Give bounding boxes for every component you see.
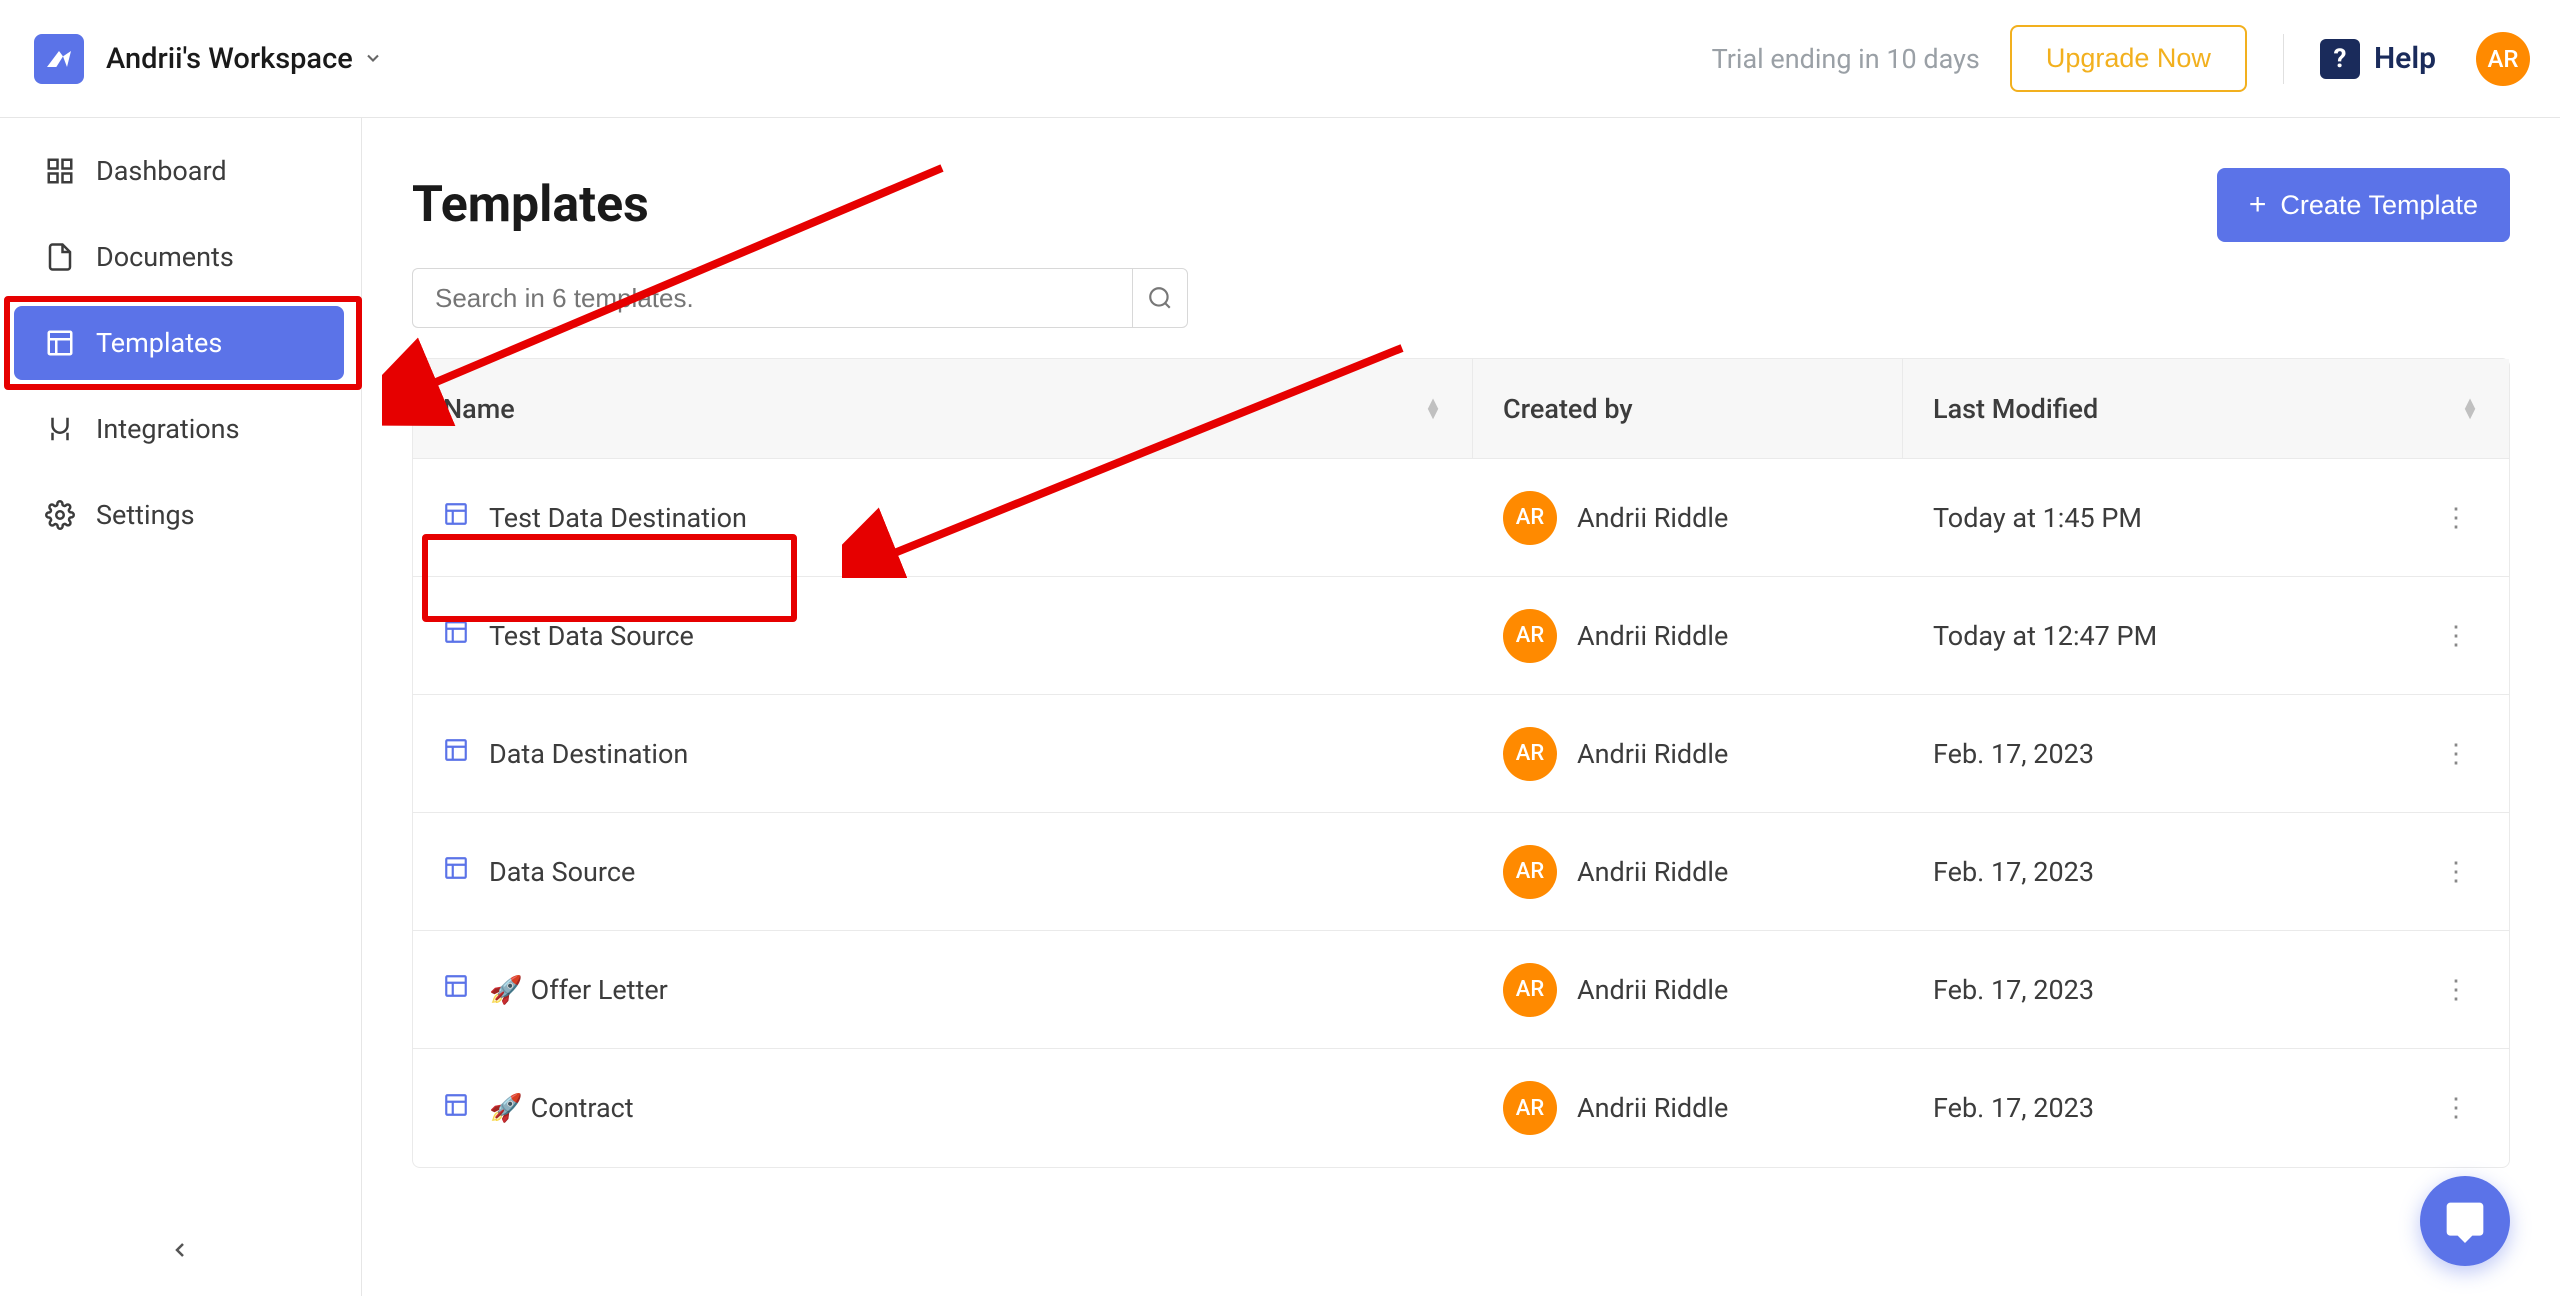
chevron-down-icon (363, 42, 383, 76)
row-emoji: 🚀 (489, 974, 523, 1006)
workspace-selector[interactable]: Andrii's Workspace (106, 42, 383, 76)
settings-icon (44, 500, 76, 530)
document-icon (44, 242, 76, 272)
app-logo[interactable] (34, 34, 84, 84)
trial-status: Trial ending in 10 days (1712, 43, 1980, 75)
sidebar-item-label: Dashboard (96, 155, 227, 187)
search-input[interactable] (412, 268, 1132, 328)
table-row[interactable]: Test Data Destination AR Andrii Riddle T… (413, 459, 2509, 577)
creator-name: Andrii Riddle (1577, 502, 1728, 534)
row-actions-button[interactable]: ⋮ (2433, 729, 2479, 779)
sidebar-item-label: Documents (96, 241, 234, 273)
app-header: Andrii's Workspace Trial ending in 10 da… (0, 0, 2560, 118)
sidebar-item-templates[interactable]: Templates (14, 306, 344, 380)
chat-widget-button[interactable] (2420, 1176, 2510, 1266)
modified-date: Feb. 17, 2023 (1933, 974, 2094, 1006)
creator-name: Andrii Riddle (1577, 1092, 1728, 1124)
row-actions-button[interactable]: ⋮ (2433, 965, 2479, 1015)
sidebar-item-settings[interactable]: Settings (0, 472, 361, 558)
creator-avatar: AR (1503, 609, 1557, 663)
modified-date: Feb. 17, 2023 (1933, 856, 2094, 888)
modified-date: Feb. 17, 2023 (1933, 738, 2094, 770)
template-icon (44, 328, 76, 358)
column-created-by[interactable]: Created by (1473, 359, 1903, 458)
creator-name: Andrii Riddle (1577, 620, 1728, 652)
template-row-icon (443, 737, 469, 770)
user-avatar[interactable]: AR (2476, 32, 2530, 86)
divider (2283, 34, 2284, 84)
page-title: Templates (412, 176, 649, 234)
main-content: Templates + Create Template Name ▲▼ Crea… (362, 118, 2560, 1296)
sidebar-item-integrations[interactable]: Integrations (0, 386, 361, 472)
template-row-icon (443, 501, 469, 534)
table-row[interactable]: 🚀 Offer Letter AR Andrii Riddle Feb. 17,… (413, 931, 2509, 1049)
column-last-modified[interactable]: Last Modified ▲▼ (1903, 393, 2509, 425)
template-name: Test Data Destination (489, 502, 747, 534)
template-row-icon (443, 1092, 469, 1125)
creator-name: Andrii Riddle (1577, 856, 1728, 888)
template-row-icon (443, 855, 469, 888)
sort-icon: ▲▼ (1424, 399, 1442, 419)
table-row[interactable]: Data Destination AR Andrii Riddle Feb. 1… (413, 695, 2509, 813)
sidebar: Dashboard Documents Templates Integratio… (0, 118, 362, 1296)
workspace-name: Andrii's Workspace (106, 42, 353, 76)
row-actions-button[interactable]: ⋮ (2433, 611, 2479, 661)
row-actions-button[interactable]: ⋮ (2433, 847, 2479, 897)
upgrade-button[interactable]: Upgrade Now (2010, 25, 2247, 92)
creator-name: Andrii Riddle (1577, 738, 1728, 770)
row-emoji: 🚀 (489, 1092, 523, 1124)
table-row[interactable]: Data Source AR Andrii Riddle Feb. 17, 20… (413, 813, 2509, 931)
sidebar-item-label: Integrations (96, 413, 240, 445)
table-header: Name ▲▼ Created by Last Modified ▲▼ (413, 359, 2509, 459)
create-button-label: Create Template (2280, 190, 2478, 221)
templates-table: Name ▲▼ Created by Last Modified ▲▼ Test… (412, 358, 2510, 1168)
sidebar-item-label: Templates (96, 327, 222, 359)
modified-date: Feb. 17, 2023 (1933, 1092, 2094, 1124)
creator-avatar: AR (1503, 1081, 1557, 1135)
template-name: Test Data Source (489, 620, 694, 652)
sidebar-item-dashboard[interactable]: Dashboard (0, 128, 361, 214)
column-name[interactable]: Name ▲▼ (413, 359, 1473, 458)
table-row[interactable]: 🚀 Contract AR Andrii Riddle Feb. 17, 202… (413, 1049, 2509, 1167)
creator-avatar: AR (1503, 845, 1557, 899)
creator-name: Andrii Riddle (1577, 974, 1728, 1006)
help-link[interactable]: ? Help (2320, 39, 2436, 79)
template-name: Contract (531, 1092, 634, 1124)
template-name: Data Destination (489, 738, 688, 770)
template-row-icon (443, 619, 469, 652)
plus-icon: + (2249, 188, 2267, 222)
dashboard-icon (44, 156, 76, 186)
template-name: Data Source (489, 856, 635, 888)
table-row[interactable]: Test Data Source AR Andrii Riddle Today … (413, 577, 2509, 695)
modified-date: Today at 12:47 PM (1933, 620, 2157, 652)
sort-icon: ▲▼ (2461, 399, 2479, 419)
creator-avatar: AR (1503, 963, 1557, 1017)
help-icon: ? (2320, 39, 2360, 79)
help-label: Help (2374, 41, 2436, 76)
integrations-icon (44, 414, 76, 444)
creator-avatar: AR (1503, 727, 1557, 781)
creator-avatar: AR (1503, 491, 1557, 545)
search-button[interactable] (1132, 268, 1188, 328)
row-actions-button[interactable]: ⋮ (2433, 493, 2479, 543)
create-template-button[interactable]: + Create Template (2217, 168, 2510, 242)
row-actions-button[interactable]: ⋮ (2433, 1083, 2479, 1133)
modified-date: Today at 1:45 PM (1933, 502, 2142, 534)
sidebar-item-documents[interactable]: Documents (0, 214, 361, 300)
template-row-icon (443, 973, 469, 1006)
collapse-sidebar-button[interactable] (168, 1238, 192, 1266)
template-name: Offer Letter (531, 974, 668, 1006)
sidebar-item-label: Settings (96, 499, 195, 531)
